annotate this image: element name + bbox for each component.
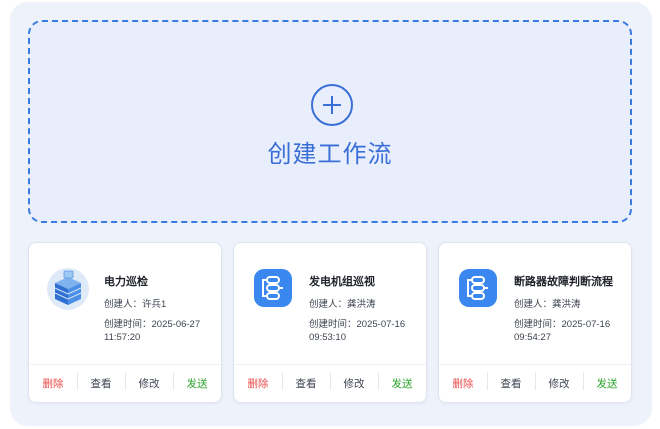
workflow-meta: 创建人：龚洪涛 创建时间：2025-07-16 09:53:10 bbox=[309, 298, 421, 344]
create-workflow-button[interactable]: 创建工作流 bbox=[28, 20, 632, 223]
workflow-title: 电力巡检 bbox=[104, 276, 148, 288]
edit-button[interactable]: 修改 bbox=[125, 372, 173, 391]
creator-label: 创建人： bbox=[309, 299, 348, 310]
created-time-row: 创建时间：2025-07-16 09:53:10 bbox=[309, 318, 421, 344]
send-button[interactable]: 发送 bbox=[378, 372, 426, 391]
workflow-card-list: 电力巡检 创建人：许兵1 创建时间：2025-06-27 11:57:20 删除… bbox=[28, 242, 632, 403]
creator-row: 创建人：龚洪涛 bbox=[309, 298, 421, 311]
create-workflow-label: 创建工作流 bbox=[267, 141, 393, 168]
created-time-label: 创建时间： bbox=[514, 319, 562, 330]
workflow-card[interactable]: 发电机组巡视 创建人：龚洪涛 创建时间：2025-07-16 09:53:10 … bbox=[233, 242, 427, 403]
workflow-icon bbox=[254, 269, 292, 307]
plus-icon bbox=[311, 84, 353, 126]
view-button[interactable]: 查看 bbox=[77, 372, 125, 391]
workflow-meta: 创建人：许兵1 创建时间：2025-06-27 11:57:20 bbox=[104, 298, 216, 344]
send-button[interactable]: 发送 bbox=[583, 372, 631, 391]
workflow-card[interactable]: 断路器故障判断流程 创建人：龚洪涛 创建时间：2025-07-16 09:54:… bbox=[438, 242, 632, 403]
edit-button[interactable]: 修改 bbox=[330, 372, 378, 391]
creator-name: 许兵1 bbox=[142, 299, 167, 310]
created-time-row: 创建时间：2025-06-27 11:57:20 bbox=[104, 318, 216, 344]
workflow-card[interactable]: 电力巡检 创建人：许兵1 创建时间：2025-06-27 11:57:20 删除… bbox=[28, 242, 222, 403]
view-button[interactable]: 查看 bbox=[282, 372, 330, 391]
server-rack-icon bbox=[47, 268, 89, 310]
view-button[interactable]: 查看 bbox=[487, 372, 535, 391]
card-actions: 删除 查看 修改 发送 bbox=[439, 364, 631, 402]
delete-button[interactable]: 删除 bbox=[234, 376, 282, 391]
created-time-label: 创建时间： bbox=[309, 319, 357, 330]
workflow-panel: 创建工作流 电力巡检 创建人：许兵1 创建时间：2025-06-27 11:57… bbox=[10, 2, 652, 426]
delete-button[interactable]: 删除 bbox=[29, 376, 77, 391]
creator-label: 创建人： bbox=[514, 299, 553, 310]
workflow-title: 断路器故障判断流程 bbox=[514, 276, 613, 288]
creator-row: 创建人：龚洪涛 bbox=[514, 298, 626, 311]
card-actions: 删除 查看 修改 发送 bbox=[234, 364, 426, 402]
edit-button[interactable]: 修改 bbox=[535, 372, 583, 391]
created-time-row: 创建时间：2025-07-16 09:54:27 bbox=[514, 318, 626, 344]
creator-name: 龚洪涛 bbox=[347, 299, 376, 310]
workflow-icon bbox=[459, 269, 497, 307]
created-time-label: 创建时间： bbox=[104, 319, 152, 330]
card-actions: 删除 查看 修改 发送 bbox=[29, 364, 221, 402]
workflow-meta: 创建人：龚洪涛 创建时间：2025-07-16 09:54:27 bbox=[514, 298, 626, 344]
creator-name: 龚洪涛 bbox=[552, 299, 581, 310]
delete-button[interactable]: 删除 bbox=[439, 376, 487, 391]
creator-label: 创建人： bbox=[104, 299, 143, 310]
send-button[interactable]: 发送 bbox=[173, 372, 221, 391]
creator-row: 创建人：许兵1 bbox=[104, 298, 216, 311]
workflow-title: 发电机组巡视 bbox=[309, 276, 375, 288]
